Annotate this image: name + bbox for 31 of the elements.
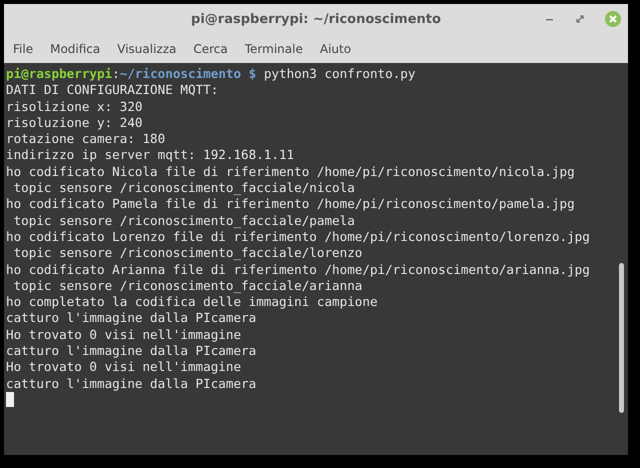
menu-item[interactable]: File xyxy=(13,42,34,56)
close-icon[interactable] xyxy=(604,10,622,28)
terminal-line: pi@raspberrypi:~/riconoscimento $ python3 confronto.py xyxy=(6,66,416,82)
terminal-line: catturo l'immagine dalla PIcamera xyxy=(6,310,258,327)
terminal-line: ho codificato Pamela file di riferimento /home/pi/riconoscimento/pamela.jpg xyxy=(6,196,576,213)
terminal-line: Ho trovato 0 visi nell'immagine xyxy=(6,326,242,344)
terminal-line: ho codificato Nicola file di riferimento /home/pi/riconoscimento/nicola.jpg xyxy=(6,164,576,180)
terminal-line: DATI DI CONFIGURAZIONE MQTT: xyxy=(6,82,220,99)
menu-item[interactable]: Cerca xyxy=(193,42,228,56)
terminal-line: ho codificato Arianna file di riferimento /home/pi/riconoscimento/arianna.jpg xyxy=(6,262,591,278)
menu-item[interactable]: Visualizza xyxy=(117,42,176,56)
terminal-line: Ho trovato 0 visi nell'immagine xyxy=(6,359,242,376)
terminal-line: indirizzo ip server mqtt: 192.168.1.11 xyxy=(6,147,296,164)
terminal-line: risolizione x: 320 xyxy=(6,98,144,115)
menu-item[interactable]: Aiuto xyxy=(320,42,352,56)
terminal-line: ho codificato Lorenzo file di riferimento /home/pi/riconoscimento/lorenzo.jpg xyxy=(6,228,591,246)
terminal-line: rotazione camera: 180 xyxy=(6,131,166,148)
terminal-line: catturo l'immagine dalla PIcamera xyxy=(6,376,258,392)
terminal-line: topic sensore /riconoscimento_facciale/arianna xyxy=(12,278,364,294)
menu-item[interactable]: Terminale xyxy=(244,42,303,56)
terminal-line: risoluzione y: 240 xyxy=(6,114,144,132)
maximize-icon[interactable] xyxy=(574,13,586,25)
terminal-line: catturo l'immagine dalla PIcamera xyxy=(6,343,258,360)
terminal-line: topic sensore /riconoscimento_facciale/nicola xyxy=(12,180,356,196)
scrollbar-thumb[interactable] xyxy=(619,263,624,413)
menu-item[interactable]: Modifica xyxy=(50,42,100,56)
terminal-line: topic sensore /riconoscimento_facciale/pamela xyxy=(12,212,356,229)
window-title: pi@raspberrypi: ~/riconoscimento xyxy=(191,12,441,26)
terminal-line: ho completato la codifica delle immagini campione xyxy=(6,294,379,310)
text-cursor xyxy=(6,392,14,407)
terminal-line: topic sensore /riconoscimento_facciale/lorenzo xyxy=(12,245,364,262)
